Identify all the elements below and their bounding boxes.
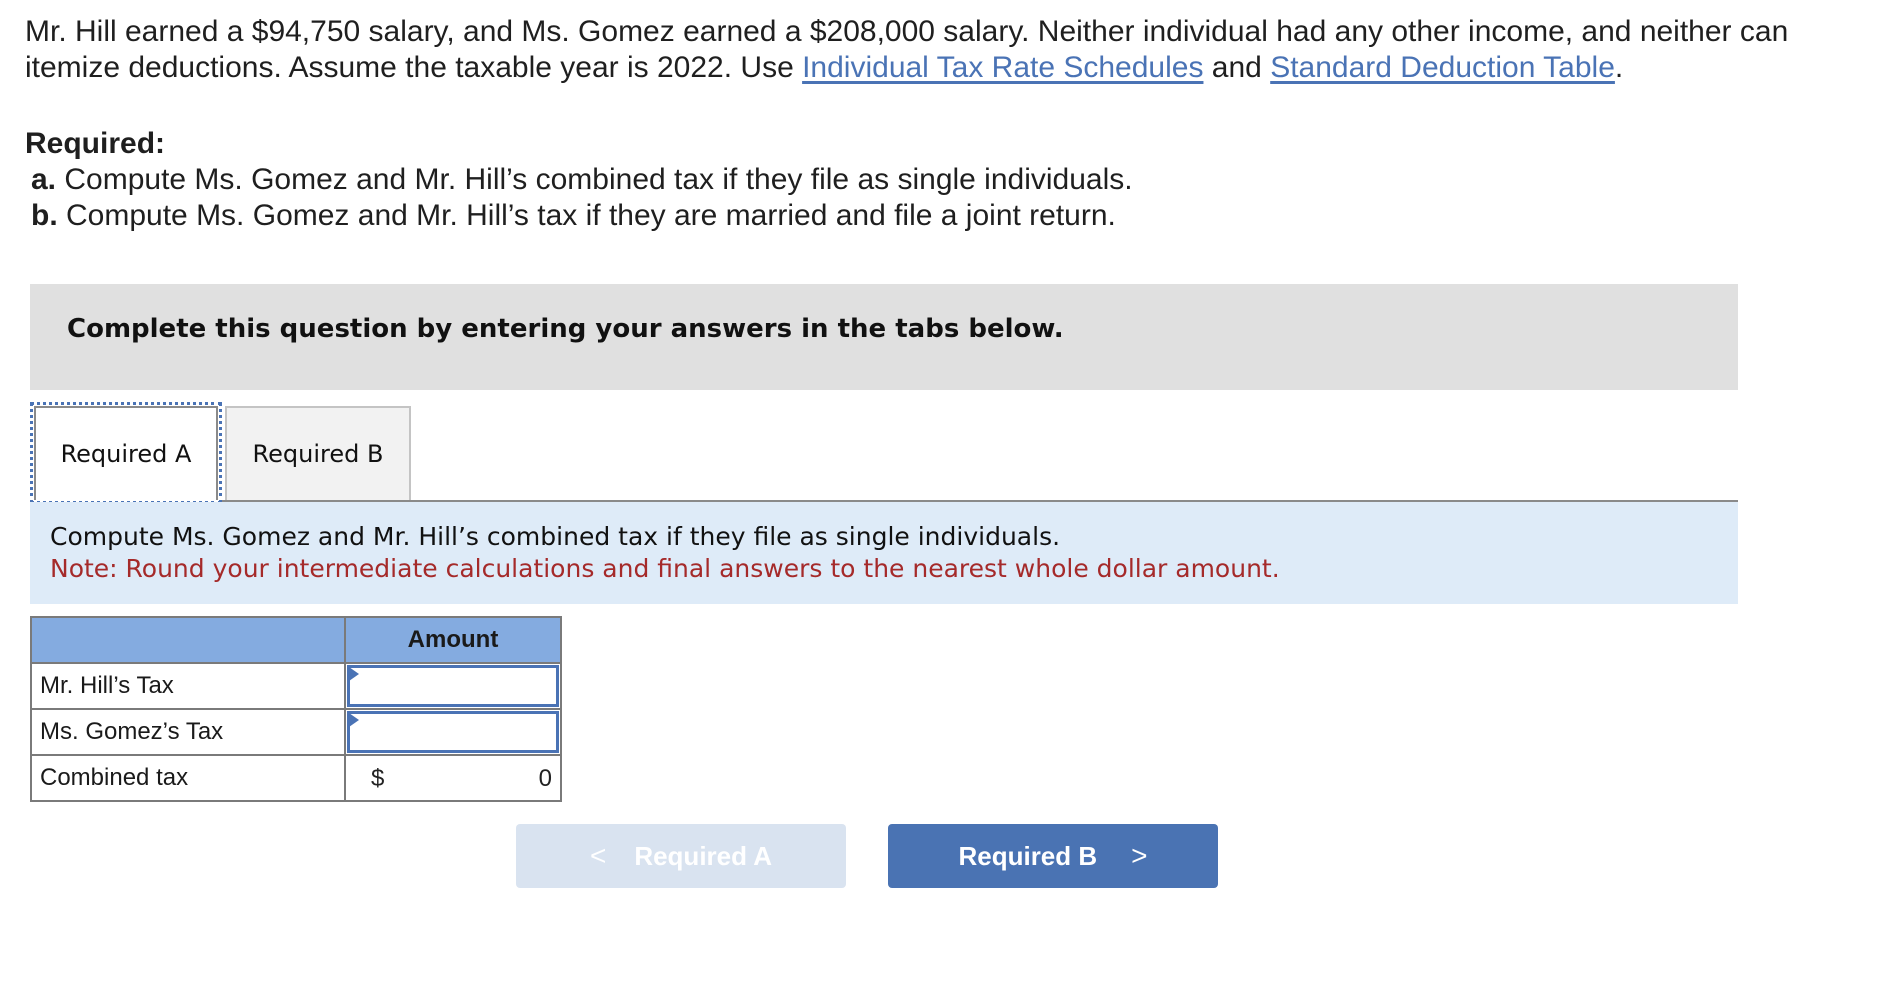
tab-required-b[interactable]: Required B (225, 406, 411, 500)
required-item-b: b. Compute Ms. Gomez and Mr. Hill’s tax … (25, 198, 1133, 234)
problem-text: . (1614, 51, 1624, 84)
table-row: Mr. Hill’s Tax (30, 662, 562, 710)
row-label-gomez-tax: Ms. Gomez’s Tax (30, 708, 346, 756)
answer-table: Amount Mr. Hill’s Tax Ms. Gomez’s Tax Co… (30, 616, 562, 802)
combined-tax-cell: $ 0 (344, 754, 562, 802)
input-flag-icon (349, 713, 359, 727)
currency-symbol: $ (371, 765, 385, 792)
item-text: Compute Ms. Gomez and Mr. Hill’s combine… (56, 163, 1133, 196)
instruction-banner: Complete this question by entering your … (30, 284, 1738, 390)
row-label-combined-tax: Combined tax (30, 754, 346, 802)
combined-tax-value: 0 (538, 765, 552, 792)
instruction-text: Complete this question by entering your … (67, 314, 1064, 344)
chevron-left-icon: < (589, 840, 607, 871)
header-blank (30, 616, 346, 664)
standard-deduction-table-link[interactable]: Standard Deduction Table (1270, 51, 1615, 84)
hill-tax-cell (344, 662, 562, 710)
question-panel: Compute Ms. Gomez and Mr. Hill’s combine… (30, 502, 1738, 604)
item-text: Compute Ms. Gomez and Mr. Hill’s tax if … (57, 199, 1116, 232)
table-row: Combined tax $ 0 (30, 754, 562, 802)
gomez-tax-input[interactable] (347, 711, 559, 753)
table-header-row: Amount (30, 616, 562, 664)
required-heading: Required: (25, 127, 166, 160)
tab-required-a[interactable]: Required A (30, 402, 222, 504)
header-amount: Amount (344, 616, 562, 664)
tax-rate-schedules-link[interactable]: Individual Tax Rate Schedules (802, 51, 1203, 84)
rounding-note: Note: Round your intermediate calculatio… (50, 554, 1280, 583)
required-item-a: a. Compute Ms. Gomez and Mr. Hill’s comb… (25, 162, 1133, 198)
row-label-hill-tax: Mr. Hill’s Tax (30, 662, 346, 710)
question-text: Compute Ms. Gomez and Mr. Hill’s combine… (50, 522, 1061, 551)
prev-button-label: Required A (634, 840, 773, 871)
input-flag-icon (349, 667, 359, 681)
prev-required-a-button[interactable]: < Required A (516, 824, 846, 888)
hill-tax-input[interactable] (347, 665, 559, 707)
table-row: Ms. Gomez’s Tax (30, 708, 562, 756)
next-required-b-button[interactable]: Required B > (888, 824, 1218, 888)
gomez-tax-cell (344, 708, 562, 756)
problem-text: and (1203, 51, 1271, 84)
item-marker: b. (31, 199, 58, 232)
chevron-right-icon: > (1131, 840, 1148, 871)
next-button-label: Required B (958, 840, 1098, 871)
problem-statement: Mr. Hill earned a $94,750 salary, and Ms… (25, 14, 1885, 86)
item-marker: a. (31, 163, 57, 196)
required-section: Required: a. Compute Ms. Gomez and Mr. H… (25, 126, 1133, 234)
